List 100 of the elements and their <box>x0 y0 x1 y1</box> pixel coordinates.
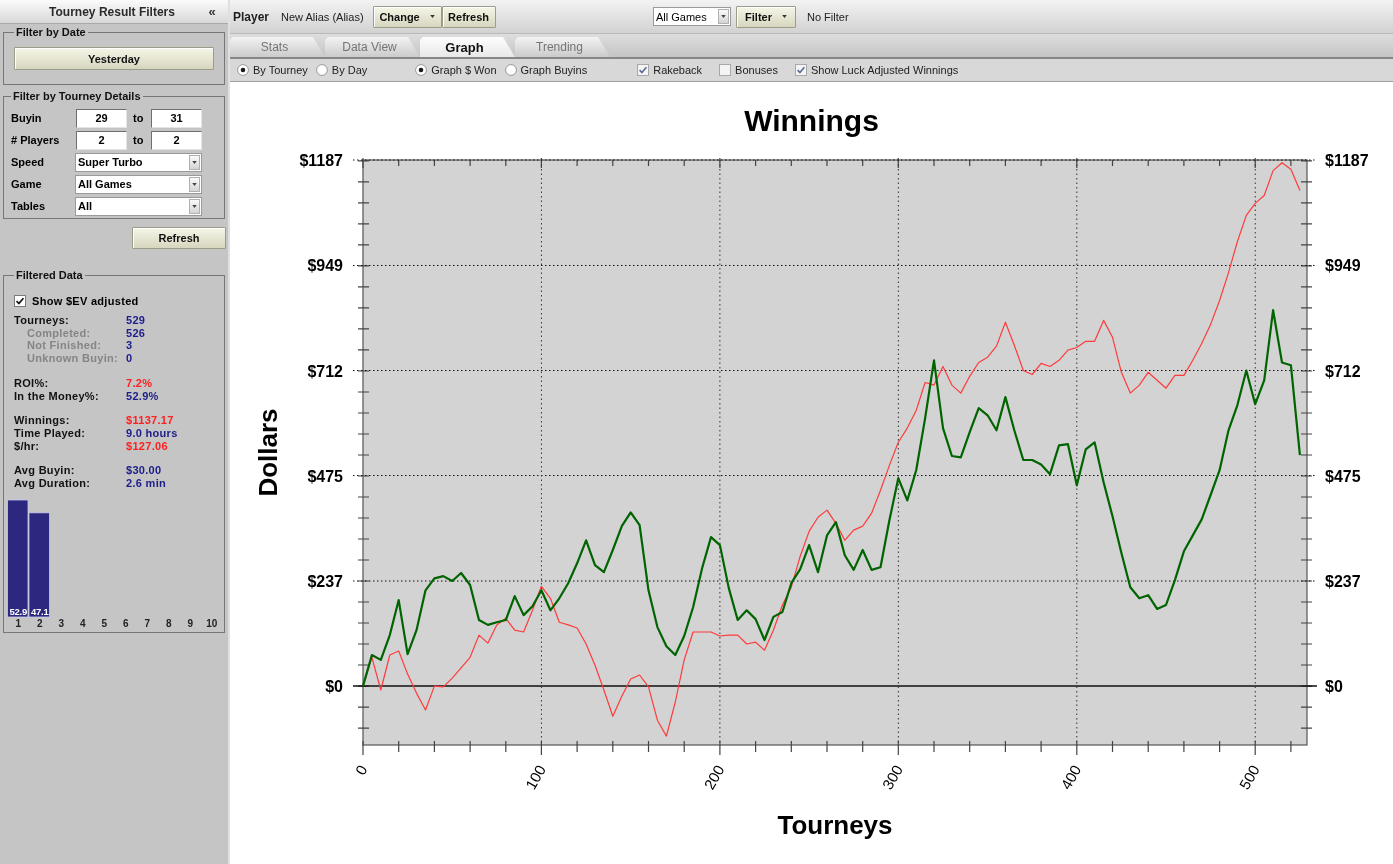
checkbox-label[interactable]: Show $EV adjusted <box>32 295 139 307</box>
tab[interactable]: Data View <box>325 37 420 57</box>
field-label: # Players <box>11 134 61 146</box>
radio-button[interactable] <box>237 64 249 76</box>
radio-label[interactable]: Graph $ Won <box>431 64 497 76</box>
tick-label: 400 <box>1057 762 1085 793</box>
tick-label: $1187 <box>299 152 343 169</box>
tab[interactable]: Stats <box>230 37 325 57</box>
refresh-button[interactable]: Refresh <box>132 227 226 249</box>
tick-label: 7 <box>144 617 151 629</box>
stat-label: Completed: <box>26 326 92 340</box>
tick-label: 500 <box>1235 762 1263 793</box>
tick-label: 4 <box>79 617 86 629</box>
tick-label: 5 <box>101 617 108 629</box>
player-label: Player <box>233 9 270 24</box>
tick-label: $0 <box>1325 678 1343 696</box>
tick-label: $0 <box>325 678 343 696</box>
tick-label: 8 <box>165 617 172 629</box>
tick-label: 1 <box>15 617 22 629</box>
chart-title: Winnings <box>744 104 879 137</box>
field-label: Tables <box>11 200 47 212</box>
group-legend: Filtered Data <box>14 269 85 282</box>
tick-label: 3 <box>58 617 65 629</box>
tick-label: $712 <box>307 362 343 380</box>
tab[interactable]: Graph <box>420 37 515 57</box>
filter-status: No Filter <box>807 10 849 23</box>
checkbox[interactable] <box>637 64 650 76</box>
tick-label: $237 <box>1325 573 1361 590</box>
dropdown[interactable]: All <box>75 196 202 216</box>
stat-label: Unknown Buyin: <box>26 352 119 365</box>
stat-label: Not Finished: <box>26 339 103 353</box>
stat-label: Winnings: <box>14 414 71 427</box>
stat-value: 0 <box>126 352 134 365</box>
checkbox-label[interactable]: Show Luck Adjusted Winnings <box>810 64 959 76</box>
radio-label[interactable]: Graph Buyins <box>520 64 588 76</box>
stat-label: $/hr: <box>14 439 41 453</box>
collapse-button[interactable]: « <box>204 2 220 21</box>
checkbox[interactable] <box>794 64 807 76</box>
tick-label: 6 <box>122 617 129 629</box>
bar-label: 52.9 <box>9 605 27 617</box>
radio-button[interactable] <box>315 64 328 76</box>
tick-label: 2 <box>36 617 43 629</box>
caret-icon <box>429 15 435 18</box>
group-legend: Filter by Date <box>14 26 88 39</box>
radio-label[interactable]: By Tourney <box>253 64 308 76</box>
text-field[interactable]: 2 <box>151 130 202 150</box>
range-separator: to <box>132 112 145 124</box>
checkbox-label[interactable]: Bonuses <box>735 64 778 76</box>
field-label: Game <box>11 178 43 190</box>
radio-label[interactable]: By Day <box>331 64 368 76</box>
stat-label: Time Played: <box>14 426 87 440</box>
tick-label: 100 <box>521 762 550 793</box>
stat-value: 7.2% <box>126 376 154 390</box>
range-separator: to <box>132 134 145 146</box>
tick-label: $949 <box>1325 257 1361 275</box>
refresh-button[interactable]: Refresh <box>441 5 496 28</box>
change-button[interactable]: Change <box>372 5 442 28</box>
axis-title: Dollars <box>253 408 283 497</box>
player-name: New Alias (Alias) <box>281 10 364 23</box>
checkbox-label[interactable]: Rakeback <box>653 64 703 76</box>
stat-value: $1137.17 <box>126 414 175 427</box>
tick-label: $1187 <box>1325 152 1369 169</box>
stat-value: $30.00 <box>126 464 163 478</box>
stat-value: 526 <box>126 326 147 340</box>
sidebar-title: Tourney Result Filters <box>48 4 176 19</box>
filter-button[interactable]: Filter <box>736 5 796 28</box>
date-button[interactable]: Yesterday <box>14 47 214 70</box>
stat-value: 52.9% <box>126 389 160 403</box>
field-label: Speed <box>11 156 45 168</box>
stat-label: Avg Duration: <box>14 477 92 490</box>
tab[interactable]: Trending <box>515 37 610 57</box>
group-legend: Filter by Tourney Details <box>11 90 143 103</box>
bar-label: 47.1 <box>31 605 49 617</box>
tick-label: $712 <box>1325 362 1361 380</box>
tick-label: 200 <box>700 762 728 793</box>
text-field[interactable]: 29 <box>76 108 127 128</box>
tick-label: 9 <box>187 617 194 629</box>
tick-label: 10 <box>206 617 218 629</box>
text-field[interactable]: 2 <box>76 130 127 150</box>
stat-value: 3 <box>126 339 134 353</box>
radio-button[interactable] <box>415 64 428 76</box>
stat-label: ROI%: <box>14 376 50 390</box>
stat-value: $127.06 <box>126 439 169 453</box>
text-field[interactable]: 31 <box>151 108 202 128</box>
checkbox[interactable] <box>719 64 732 76</box>
tick-label: $949 <box>307 257 343 275</box>
dropdown[interactable]: Super Turbo <box>75 152 202 172</box>
tick-label: 0 <box>351 762 371 778</box>
dropdown[interactable]: All Games <box>75 174 202 194</box>
caret-icon <box>781 15 787 18</box>
checkbox[interactable] <box>14 295 26 307</box>
tick-label: 300 <box>878 762 906 793</box>
tick-label: $475 <box>1325 467 1361 485</box>
tick-label: $237 <box>307 573 343 590</box>
stat-value: 529 <box>126 314 147 327</box>
game-dropdown[interactable]: All Games <box>653 7 731 26</box>
stat-value: 2.6 min <box>126 477 167 490</box>
field-label: Buyin <box>11 112 43 124</box>
radio-button[interactable] <box>504 64 517 76</box>
stat-label: Tourneys: <box>14 314 71 327</box>
